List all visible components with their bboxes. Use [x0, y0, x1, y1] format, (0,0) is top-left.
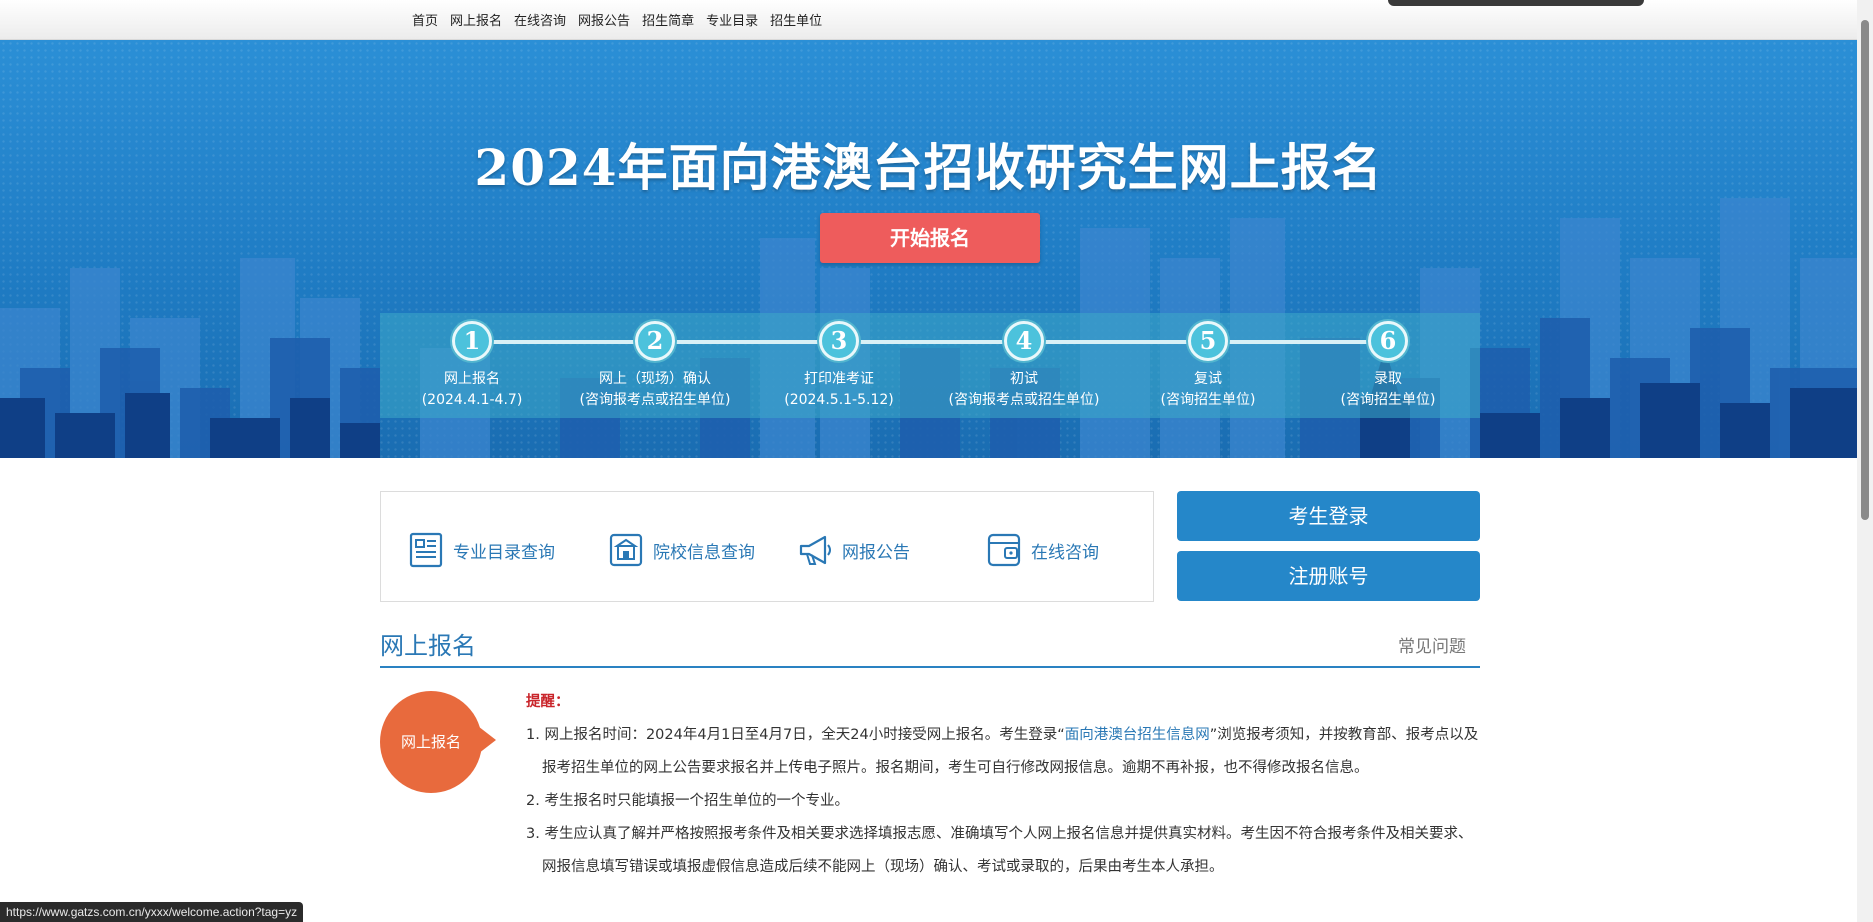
step-1: 1 网上报名 (2024.4.1-4.7) — [380, 321, 564, 411]
step-number: 3 — [819, 321, 859, 361]
nav-item-announcements[interactable]: 网报公告 — [578, 10, 630, 29]
step-sub: (咨询招生单位) — [1340, 392, 1436, 408]
info-site-link[interactable]: 面向港澳台招生信息网 — [1065, 727, 1210, 743]
quick-link-label: 专业目录查询 — [453, 542, 555, 563]
major-catalog-query-link[interactable]: 专业目录查询 — [407, 530, 555, 570]
step-number: 1 — [452, 321, 492, 361]
step-number: 5 — [1188, 321, 1228, 361]
nav-item-home[interactable]: 首页 — [412, 10, 438, 29]
school-building-icon — [609, 533, 643, 567]
notice-item: 3. 考生应认真了解并严格按照报考条件及相关要求选择填报志愿、准确填写个人网上报… — [526, 818, 1486, 884]
page-content: 首页 网上报名 在线咨询 网报公告 招生简章 专业目录 招生单位 2024年面向… — [0, 0, 1857, 922]
notice-item: 1. 网上报名时间：2024年4月1日至4月7日，全天24小时接受网上报名。考生… — [526, 719, 1486, 785]
step-number: 2 — [635, 321, 675, 361]
start-registration-button[interactable]: 开始报名 — [820, 213, 1040, 263]
browser-popup-edge — [1388, 0, 1644, 6]
notice-list: 1. 网上报名时间：2024年4月1日至4月7日，全天24小时接受网上报名。考生… — [526, 719, 1486, 884]
chat-folder-icon — [987, 533, 1021, 567]
notice-text: 3. 考生应认真了解并严格按照报考条件及相关要求选择填报志愿、准确填写个人网上报… — [526, 826, 1473, 875]
step-sub: (2024.5.1-5.12) — [784, 392, 894, 408]
step-label: 录取 — [1374, 371, 1402, 387]
status-bar-url: https://www.gatzs.com.cn/yxxx/welcome.ac… — [0, 902, 304, 922]
school-info-query-link[interactable]: 院校信息查询 — [607, 530, 755, 570]
scrollbar-thumb[interactable] — [1861, 20, 1869, 520]
section-bubble: 网上报名 — [380, 691, 482, 793]
step-2: 2 网上（现场）确认 (咨询报考点或招生单位) — [563, 321, 747, 411]
announcements-link[interactable]: 网报公告 — [796, 530, 910, 570]
banner-title: 2024年面向港澳台招收研究生网上报名 — [474, 138, 1383, 197]
notice-block: 提醒： 1. 网上报名时间：2024年4月1日至4月7日，全天24小时接受网上报… — [526, 690, 1486, 884]
catalog-document-icon — [409, 532, 443, 568]
step-label: 初试 — [1010, 371, 1038, 387]
step-6: 6 录取 (咨询招生单位) — [1296, 321, 1480, 411]
process-steps: 1 网上报名 (2024.4.1-4.7) 2 网上（现场）确认 (咨询报考点或… — [380, 313, 1480, 418]
notice-text: 2. 考生报名时只能填报一个招生单位的一个专业。 — [526, 793, 849, 809]
online-consult-link[interactable]: 在线咨询 — [985, 530, 1099, 570]
nav-item-institutions[interactable]: 招生单位 — [770, 10, 822, 29]
step-label: 打印准考证 — [804, 371, 874, 387]
faq-link[interactable]: 常见问题 — [1398, 632, 1466, 657]
notice-text: 1. 网上报名时间：2024年4月1日至4月7日，全天24小时接受网上报名。考生… — [526, 727, 1065, 743]
step-label: 网上报名 — [444, 371, 500, 387]
candidate-login-button[interactable]: 考生登录 — [1177, 491, 1480, 541]
bubble-tail — [474, 723, 496, 757]
top-nav: 首页 网上报名 在线咨询 网报公告 招生简章 专业目录 招生单位 — [0, 0, 1857, 40]
step-label: 网上（现场）确认 — [599, 371, 711, 387]
step-5: 5 复试 (咨询招生单位) — [1116, 321, 1300, 411]
vertical-scrollbar[interactable] — [1857, 0, 1873, 922]
step-label: 复试 — [1194, 371, 1222, 387]
megaphone-icon — [799, 535, 831, 565]
step-sub: (咨询报考点或招生单位) — [579, 392, 731, 408]
nav-list: 首页 网上报名 在线咨询 网报公告 招生简章 专业目录 招生单位 — [412, 10, 834, 29]
notice-item: 2. 考生报名时只能填报一个招生单位的一个专业。 — [526, 785, 1486, 818]
step-3: 3 打印准考证 (2024.5.1-5.12) — [747, 321, 931, 411]
nav-item-admission-brochure[interactable]: 招生简章 — [642, 10, 694, 29]
nav-item-online-consult[interactable]: 在线咨询 — [514, 10, 566, 29]
step-sub: (2024.4.1-4.7) — [421, 392, 523, 408]
quick-links-panel: 专业目录查询 院校信息查询 网报公告 在线咨询 — [380, 491, 1154, 602]
step-number: 4 — [1004, 321, 1044, 361]
nav-item-major-catalog[interactable]: 专业目录 — [706, 10, 758, 29]
section-title: 网上报名 — [380, 632, 476, 660]
remind-label: 提醒： — [526, 694, 570, 710]
quick-link-label: 网报公告 — [842, 542, 910, 563]
step-number: 6 — [1368, 321, 1408, 361]
step-4: 4 初试 (咨询报考点或招生单位) — [932, 321, 1116, 411]
step-sub: (咨询招生单位) — [1160, 392, 1256, 408]
page: 首页 网上报名 在线咨询 网报公告 招生简章 专业目录 招生单位 2024年面向… — [0, 0, 1873, 922]
section-divider — [380, 666, 1480, 668]
quick-link-label: 在线咨询 — [1031, 542, 1099, 563]
quick-link-label: 院校信息查询 — [653, 542, 755, 563]
register-account-button[interactable]: 注册账号 — [1177, 551, 1480, 601]
nav-item-online-registration[interactable]: 网上报名 — [450, 10, 502, 29]
step-sub: (咨询报考点或招生单位) — [948, 392, 1100, 408]
